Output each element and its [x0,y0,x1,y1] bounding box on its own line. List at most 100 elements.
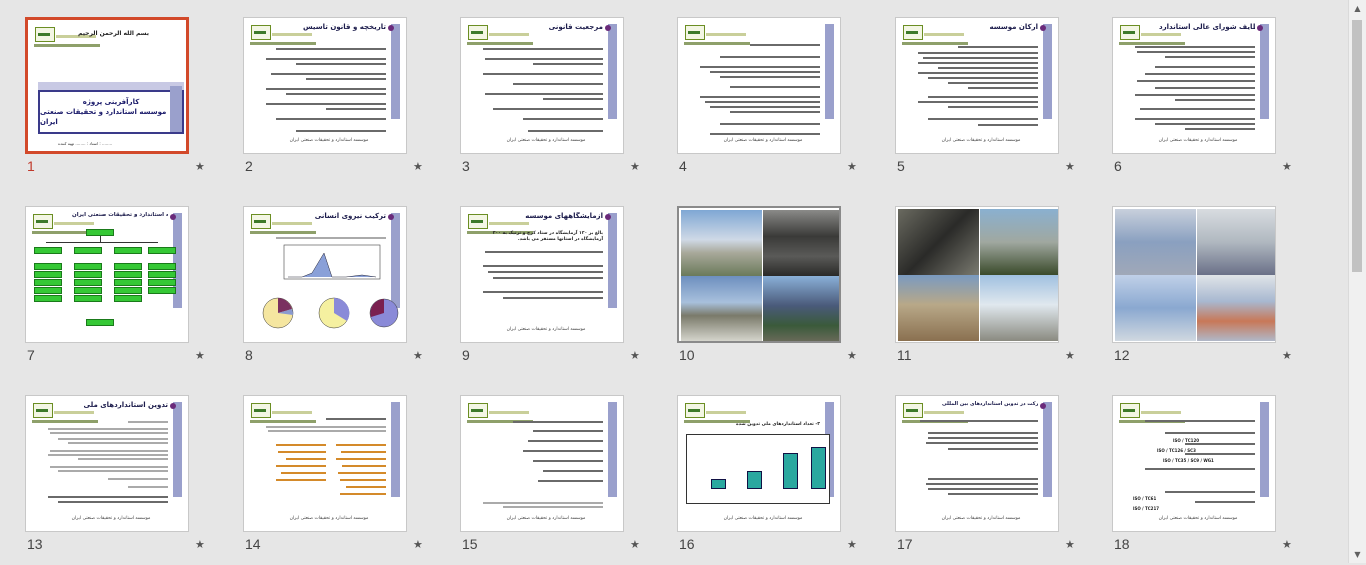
header-rule [489,411,529,414]
slide-preview[interactable]: مرجعیت قانونی موسسه استاندارد و تحقیقات … [460,17,624,154]
vertical-scrollbar[interactable]: ▲ ▼ [1348,0,1366,563]
text-line [528,130,603,132]
slide-thumbnail-2[interactable]: تاریخچه و قانون تاسیس موسسه استاندارد و … [243,17,431,187]
star-icon[interactable]: ★ [195,349,205,362]
header-rule [1141,411,1181,414]
org-box [148,279,176,286]
slide-thumbnail-7[interactable]: نمودار سازمانی موسسه استاندارد و تحقیقات… [25,206,213,376]
scroll-down-icon[interactable]: ▼ [1349,546,1366,563]
text-line [1135,94,1255,96]
slide-preview[interactable] [1112,206,1276,343]
text-line [918,72,1038,74]
star-icon[interactable]: ★ [1065,160,1075,173]
star-icon[interactable]: ★ [630,160,640,173]
slide-thumbnail-1[interactable]: بسم الله الرحمن الرحيم کارآفرینی پروژه م… [25,17,213,187]
slide-thumbnail-18[interactable]: ISO / TC120 ISO / TC126 / SC3 ISO / TC35… [1112,395,1300,565]
text-line [720,123,820,125]
slide-preview[interactable]: موسسه استاندارد و تحقیقات صنعتی ایران [677,17,841,154]
slide-preview[interactable]: مشارکت در تدوین استانداردهای بین المللی … [895,395,1059,532]
slide-thumbnail-10[interactable]: 10 ★ [677,206,865,376]
star-icon[interactable]: ★ [195,160,205,173]
text-line [48,496,168,498]
bullet-icon [170,403,176,409]
text-line [1140,108,1255,110]
text-line [523,450,603,452]
slide-footer: موسسه استاندارد و تحقیقات صنعتی ایران [723,516,803,521]
star-icon[interactable]: ★ [195,538,205,551]
slide-footer: موسسه استاندارد و تحقیقات صنعتی ایران [941,138,1021,143]
slide-thumbnail-15[interactable]: موسسه استاندارد و تحقیقات صنعتی ایران 15… [460,395,648,565]
slide-preview[interactable] [677,206,841,343]
slide-thumbnail-14[interactable]: موسسه استاندارد و تحقیقات صنعتی ایران 14… [243,395,431,565]
header-rule [924,411,964,414]
slide-preview[interactable]: موسسه استاندارد و تحقیقات صنعتی ایران [460,395,624,532]
bullet-icon [388,214,394,220]
text-line [533,430,603,432]
lab-photo [1197,275,1275,341]
side-accent [1260,24,1269,119]
scrollbar-thumb[interactable] [1352,20,1362,272]
logo-icon [251,214,271,229]
star-icon[interactable]: ★ [630,538,640,551]
side-accent [173,402,182,497]
text-line [48,428,168,430]
logo-icon [468,403,488,418]
star-icon[interactable]: ★ [630,349,640,362]
slide-preview[interactable]: امور وظایف شورای عالی استاندارد موسسه اس… [1112,17,1276,154]
logo-icon [251,403,271,418]
text-line [1165,432,1255,434]
star-icon[interactable]: ★ [413,160,423,173]
slide-preview[interactable]: تدوین استانداردهای ملی موسسه استاندارد و… [25,395,189,532]
slide-thumbnail-17[interactable]: مشارکت در تدوین استانداردهای بین المللی … [895,395,1083,565]
tc-line: ISO / TC35 / SC9 / WG1 [1163,458,1214,463]
text-line [710,106,820,108]
slide-preview[interactable]: تاریخچه و قانون تاسیس موسسه استاندارد و … [243,17,407,154]
header-rule [489,33,529,36]
slide-title: مرجعیت قانونی [548,23,603,31]
slide-thumbnail-3[interactable]: مرجعیت قانونی موسسه استاندارد و تحقیقات … [460,17,648,187]
star-icon[interactable]: ★ [1065,349,1075,362]
star-icon[interactable]: ★ [1282,160,1292,173]
text-line [1185,443,1255,445]
slide-preview[interactable]: ۳- تعداد استانداردهای ملی تدوین شده موسس… [677,395,841,532]
star-icon[interactable]: ★ [1065,538,1075,551]
text-line [948,448,1038,450]
header-rule [250,420,316,423]
text-line [336,458,386,460]
slide-thumbnail-5[interactable]: ارکان موسسه موسسه استاندارد و تحقیقات صن… [895,17,1083,187]
slide-thumbnail-4[interactable]: موسسه استاندارد و تحقیقات صنعتی ایران 4 … [677,17,865,187]
slide-preview[interactable]: بسم الله الرحمن الرحيم کارآفرینی پروژه م… [25,17,189,154]
slide-thumbnail-9[interactable]: آزمایشگاههای موسسه بالغ بر ۱۲۰ آزمایشگاه… [460,206,648,376]
star-icon[interactable]: ★ [847,160,857,173]
slide-thumbnail-11[interactable]: 11 ★ [895,206,1083,376]
slide-title: امور وظایف شورای عالی استاندارد [1159,23,1255,31]
slide-thumbnail-12[interactable]: 12 ★ [1112,206,1300,376]
slide-thumbnail-16[interactable]: ۳- تعداد استانداردهای ملی تدوین شده موسس… [677,395,865,565]
text-line [485,93,603,95]
header-rule [1141,33,1181,36]
slide-preview[interactable]: ISO / TC120 ISO / TC126 / SC3 ISO / TC35… [1112,395,1276,532]
logo-icon [903,25,923,40]
slide-preview[interactable]: موسسه استاندارد و تحقیقات صنعتی ایران [243,395,407,532]
bullet-icon [170,214,176,220]
slide-preview[interactable]: نمودار سازمانی موسسه استاندارد و تحقیقات… [25,206,189,343]
scroll-up-icon[interactable]: ▲ [1349,0,1366,17]
slide-preview[interactable]: آزمایشگاههای موسسه بالغ بر ۱۲۰ آزمایشگاه… [460,206,624,343]
slide-thumbnail-13[interactable]: تدوین استانداردهای ملی موسسه استاندارد و… [25,395,213,565]
slide-thumbnail-6[interactable]: امور وظایف شورای عالی استاندارد موسسه اس… [1112,17,1300,187]
star-icon[interactable]: ★ [847,538,857,551]
slide-preview[interactable]: ارکان موسسه موسسه استاندارد و تحقیقات صن… [895,17,1059,154]
star-icon[interactable]: ★ [413,349,423,362]
slide-preview[interactable] [895,206,1059,343]
slide-thumbnail-8[interactable]: ترکیب نیروی انسانی 8 ★ [243,206,431,376]
org-box [74,295,102,302]
star-icon[interactable]: ★ [1282,538,1292,551]
side-accent [1043,402,1052,497]
slide-number: 12 [1114,347,1130,363]
star-icon[interactable]: ★ [847,349,857,362]
text-line [926,483,1038,485]
star-icon[interactable]: ★ [1282,349,1292,362]
star-icon[interactable]: ★ [413,538,423,551]
slide-preview[interactable]: ترکیب نیروی انسانی [243,206,407,343]
slide-number: 18 [1114,536,1130,552]
